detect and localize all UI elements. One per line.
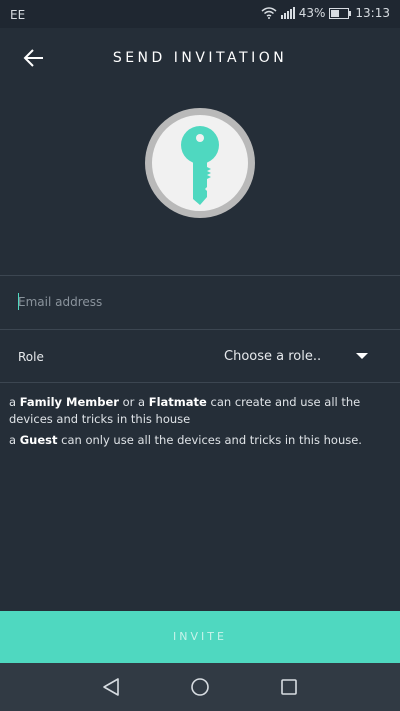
role-name-guest: Guest	[19, 433, 58, 447]
app-bar: SEND INVITATION	[0, 28, 400, 88]
wifi-icon	[261, 7, 277, 19]
role-name-family-member: Family Member	[19, 395, 119, 409]
email-field	[0, 276, 400, 328]
square-recents-icon	[277, 679, 301, 703]
circle-home-icon	[188, 678, 212, 703]
triangle-back-icon	[99, 678, 123, 703]
text-cursor	[18, 293, 19, 310]
key-illustration	[144, 107, 256, 219]
signal-icon	[280, 7, 295, 19]
page-title: SEND INVITATION	[112, 50, 288, 66]
system-nav-bar	[0, 663, 400, 711]
nav-recents-button[interactable]	[277, 675, 301, 699]
status-indicators: 43% 13:13	[261, 6, 390, 20]
divider	[0, 382, 400, 383]
dropdown-arrow-icon	[356, 353, 368, 359]
invitation-screen: EE 43% 13:13 SEND INVITATION Email addre…	[0, 0, 400, 711]
email-input[interactable]	[18, 290, 378, 314]
invite-button[interactable]: INVITE	[0, 611, 400, 663]
key-icon	[144, 108, 256, 223]
role-label: Role	[18, 350, 44, 364]
help-line-members: a Family Member or a Flatmate can create…	[9, 395, 361, 426]
role-row: Role Choose a role..	[0, 330, 400, 382]
battery-icon	[329, 7, 352, 19]
role-name-flatmate: Flatmate	[148, 395, 207, 409]
carrier-name: EE	[10, 8, 26, 22]
clock-time: 13:13	[355, 6, 390, 20]
role-help-text: a Family Member or a Flatmate can create…	[9, 394, 389, 453]
nav-back-button[interactable]	[99, 675, 123, 699]
role-select-value: Choose a role..	[224, 349, 322, 364]
nav-home-button[interactable]	[188, 675, 212, 699]
battery-percent: 43%	[298, 6, 326, 20]
help-line-guest: a Guest can only use all the devices and…	[9, 433, 362, 447]
role-select[interactable]: Choose a role..	[218, 342, 378, 372]
status-bar: EE 43% 13:13	[0, 0, 400, 28]
